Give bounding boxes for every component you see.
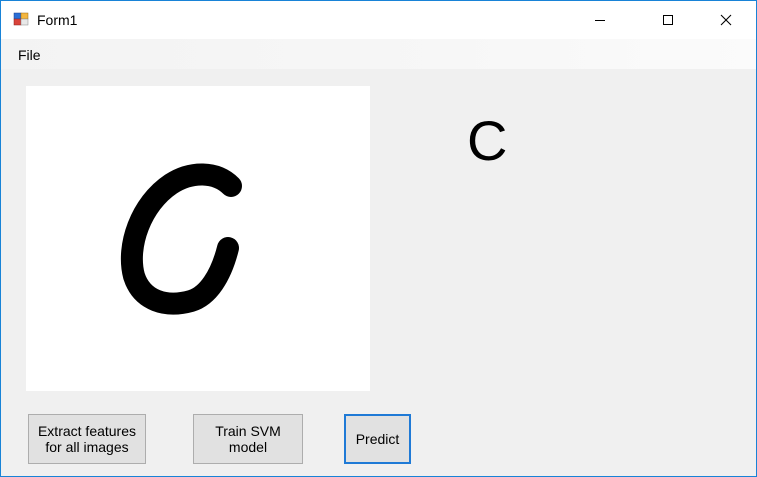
title-bar[interactable]: Form1 — [1, 1, 756, 39]
maximize-button[interactable] — [645, 1, 691, 39]
minimize-icon — [595, 20, 605, 21]
menu-file[interactable]: File — [10, 44, 49, 66]
extract-features-button[interactable]: Extract features for all images — [28, 414, 146, 464]
close-button[interactable] — [703, 1, 749, 39]
menu-bar: File — [1, 39, 756, 69]
window-title: Form1 — [37, 12, 78, 28]
handwritten-c-stroke — [120, 163, 242, 315]
maximize-icon — [663, 15, 673, 25]
train-svm-button[interactable]: Train SVM model — [193, 414, 303, 464]
drawing-canvas[interactable] — [26, 86, 370, 391]
close-icon — [720, 14, 732, 26]
prediction-label: C — [467, 109, 508, 172]
main-window: Form1 File C Extract features for all im… — [0, 0, 757, 477]
predict-button[interactable]: Predict — [344, 414, 411, 464]
minimize-button[interactable] — [577, 1, 623, 39]
app-icon[interactable] — [13, 11, 29, 27]
